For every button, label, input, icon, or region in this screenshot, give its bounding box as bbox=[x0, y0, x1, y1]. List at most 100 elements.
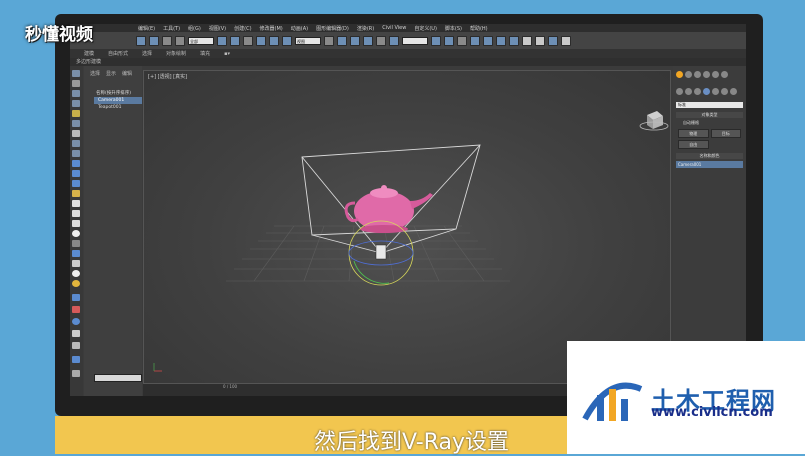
modify-panel-icon[interactable] bbox=[685, 71, 692, 78]
object-category-dropdown[interactable]: 标准 bbox=[676, 102, 743, 108]
menu-item[interactable]: 创建(C) bbox=[234, 25, 251, 32]
systems-icon[interactable] bbox=[72, 150, 80, 157]
move-icon[interactable] bbox=[256, 35, 266, 46]
sphere-icon[interactable] bbox=[72, 200, 80, 207]
select-icon[interactable] bbox=[217, 35, 227, 46]
camera-icon[interactable] bbox=[72, 120, 80, 127]
menu-item[interactable]: Civil View bbox=[382, 25, 406, 31]
layer-manager-icon[interactable] bbox=[72, 250, 80, 257]
scene-item-teapot[interactable]: Teapot001 bbox=[84, 104, 142, 111]
systems-category-icon[interactable] bbox=[730, 88, 737, 95]
mesh-icon[interactable] bbox=[72, 294, 80, 301]
render-setup-icon[interactable] bbox=[522, 35, 532, 46]
tool-icon[interactable] bbox=[72, 240, 80, 247]
align-icon[interactable] bbox=[444, 35, 454, 46]
menu-item[interactable]: 自定义(U) bbox=[414, 25, 437, 32]
layer-icon[interactable] bbox=[457, 35, 467, 46]
menu-item[interactable]: 图形编辑器(D) bbox=[316, 25, 349, 32]
selection-filter-dropdown[interactable]: 全部 bbox=[188, 36, 214, 45]
ribbon-tab-modeling[interactable]: 建模 bbox=[84, 50, 94, 57]
scene-item-camera[interactable]: Camera001 bbox=[94, 97, 142, 104]
render-iterative-icon[interactable] bbox=[561, 35, 571, 46]
create-panel-icon[interactable] bbox=[676, 71, 683, 78]
menu-item[interactable]: 工具(T) bbox=[163, 25, 180, 32]
utilities-panel-icon[interactable] bbox=[721, 71, 728, 78]
file-icon[interactable] bbox=[72, 220, 80, 227]
light-bulb-icon[interactable] bbox=[72, 280, 80, 287]
snap-icon[interactable] bbox=[337, 35, 347, 46]
percent-snap-icon[interactable] bbox=[363, 35, 373, 46]
helpers-category-icon[interactable] bbox=[712, 88, 719, 95]
ribbon-tab-populate[interactable]: 填充 bbox=[200, 50, 210, 57]
edit-icon[interactable] bbox=[72, 370, 80, 377]
perspective-viewport[interactable]: [+] [透视] [真实] bbox=[143, 70, 671, 384]
menu-item[interactable]: 帮助(H) bbox=[470, 25, 488, 32]
scene-tab-select[interactable]: 选择 bbox=[90, 70, 100, 77]
scale-icon[interactable] bbox=[282, 35, 292, 46]
settings-icon[interactable] bbox=[72, 342, 80, 349]
paint-icon[interactable] bbox=[72, 306, 80, 313]
material-editor-icon[interactable] bbox=[509, 35, 519, 46]
ribbon-options-icon[interactable]: ▪▾ bbox=[224, 51, 230, 57]
link-icon[interactable] bbox=[162, 35, 172, 46]
menu-item[interactable]: 渲染(R) bbox=[357, 25, 374, 32]
rotate-icon[interactable] bbox=[269, 35, 279, 46]
spacewarp-icon[interactable] bbox=[72, 140, 80, 147]
helper-icon[interactable] bbox=[72, 130, 80, 137]
pivot-icon[interactable] bbox=[324, 35, 334, 46]
grid-icon[interactable] bbox=[72, 180, 80, 187]
curve-editor-icon[interactable] bbox=[483, 35, 493, 46]
reference-coord-dropdown[interactable]: 视图 bbox=[295, 36, 321, 45]
motion-icon[interactable] bbox=[72, 100, 80, 107]
modify-icon[interactable] bbox=[72, 80, 80, 87]
spacewarps-category-icon[interactable] bbox=[721, 88, 728, 95]
display-panel-icon[interactable] bbox=[712, 71, 719, 78]
filter-icon[interactable] bbox=[72, 260, 80, 267]
menu-item[interactable]: 脚本(S) bbox=[445, 25, 462, 32]
viewcube[interactable] bbox=[639, 111, 669, 131]
target-camera-button[interactable]: 目标 bbox=[710, 129, 741, 138]
redo-icon[interactable] bbox=[149, 35, 159, 46]
light-icon[interactable] bbox=[72, 110, 80, 117]
menu-item[interactable]: 视图(V) bbox=[209, 25, 226, 32]
folder-icon[interactable] bbox=[72, 190, 80, 197]
ribbon-tab-selection[interactable]: 选择 bbox=[142, 50, 152, 57]
circle-icon[interactable] bbox=[72, 230, 80, 237]
scene-tab-edit[interactable]: 编辑 bbox=[122, 70, 132, 77]
scene-tab-display[interactable]: 显示 bbox=[106, 70, 116, 77]
shape-icon[interactable] bbox=[72, 170, 80, 177]
undo-icon[interactable] bbox=[136, 35, 146, 46]
menu-item[interactable]: 编辑(E) bbox=[138, 25, 155, 32]
drop-icon[interactable] bbox=[72, 356, 80, 363]
hierarchy-icon[interactable] bbox=[72, 90, 80, 97]
free-camera-button[interactable]: 自由 bbox=[678, 140, 709, 149]
create-icon[interactable] bbox=[72, 70, 80, 77]
angle-snap-icon[interactable] bbox=[350, 35, 360, 46]
hierarchy-panel-icon[interactable] bbox=[694, 71, 701, 78]
named-selection-icon[interactable] bbox=[389, 35, 399, 46]
select-by-name-icon[interactable] bbox=[230, 35, 240, 46]
sun-icon[interactable] bbox=[72, 270, 80, 277]
scene-explorer-scrollbar[interactable] bbox=[94, 374, 142, 382]
object-type-rollout[interactable]: 对象类型 bbox=[676, 112, 743, 118]
name-color-rollout[interactable]: 名称和颜色 bbox=[676, 153, 743, 159]
render-icon[interactable] bbox=[548, 35, 558, 46]
motion-panel-icon[interactable] bbox=[703, 71, 710, 78]
brush-icon[interactable] bbox=[72, 330, 80, 337]
menu-item[interactable]: 修改器(M) bbox=[260, 25, 283, 32]
object-name-field[interactable]: Camera001 bbox=[676, 161, 743, 168]
ribbon-tab-freeform[interactable]: 自由形式 bbox=[108, 50, 128, 57]
menu-item[interactable]: 组(G) bbox=[188, 25, 201, 32]
mirror-icon[interactable] bbox=[431, 35, 441, 46]
spinner-snap-icon[interactable] bbox=[376, 35, 386, 46]
render-frame-icon[interactable] bbox=[535, 35, 545, 46]
unlink-icon[interactable] bbox=[175, 35, 185, 46]
globe-icon[interactable] bbox=[72, 318, 80, 325]
lights-category-icon[interactable] bbox=[694, 88, 701, 95]
graphite-icon[interactable] bbox=[470, 35, 480, 46]
shapes-category-icon[interactable] bbox=[685, 88, 692, 95]
cameras-category-icon[interactable] bbox=[703, 88, 710, 95]
ribbon-tab-object-paint[interactable]: 对象绘制 bbox=[166, 50, 186, 57]
scene-column-header[interactable]: 名称(按升序排序) bbox=[84, 89, 142, 97]
schematic-icon[interactable] bbox=[496, 35, 506, 46]
